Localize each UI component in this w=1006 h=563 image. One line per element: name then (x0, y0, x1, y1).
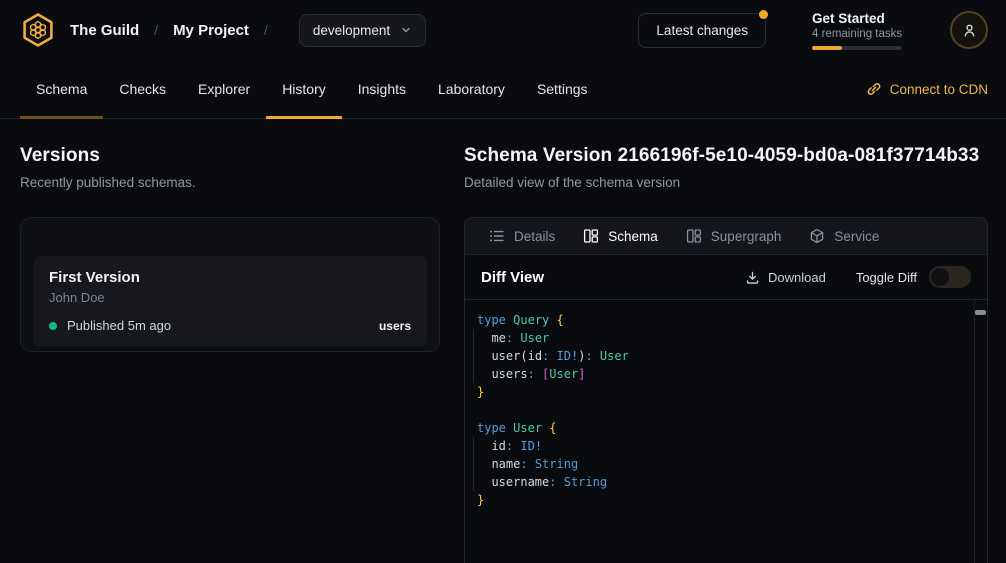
schema-code-viewer[interactable]: type Query { me: User user(id: ID!): Use… (465, 300, 987, 563)
code-scrollbar-track[interactable] (974, 300, 987, 563)
columns-icon (686, 228, 702, 244)
project-breadcrumb-link[interactable]: My Project (173, 22, 249, 39)
code-line: type Query { (465, 311, 973, 329)
nav-tab-checks[interactable]: Checks (103, 60, 182, 118)
org-breadcrumb-link[interactable]: The Guild (70, 22, 139, 39)
diff-view-title: Diff View (481, 269, 544, 286)
code-line: me: User (465, 329, 973, 347)
get-started-progress-bar (812, 46, 902, 50)
code-line (465, 401, 973, 419)
version-service-badge: users (379, 319, 411, 333)
version-status: Published 5m ago (67, 318, 171, 333)
connect-to-cdn-button[interactable]: Connect to CDN (866, 60, 988, 118)
detail-tab-label: Service (834, 229, 879, 244)
code-line: user(id: ID!): User (465, 347, 973, 365)
nav-tab-schema[interactable]: Schema (20, 60, 103, 118)
code-line: } (465, 383, 973, 401)
breadcrumb-separator: / (264, 22, 268, 38)
download-label: Download (768, 270, 826, 285)
get-started-progress-fill (812, 46, 842, 50)
target-selector-dropdown[interactable]: development (299, 14, 426, 47)
detail-tab-service[interactable]: Service (795, 218, 893, 254)
code-line: id: ID! (465, 437, 973, 455)
version-author: John Doe (49, 290, 411, 305)
main-content: Versions Recently published schemas. Fir… (0, 119, 1006, 562)
detail-tab-label: Schema (608, 229, 658, 244)
code-line: } (465, 491, 973, 509)
version-meta-row: Published 5m ago users (49, 318, 411, 333)
code-line: type User { (465, 419, 973, 437)
nav-tab-laboratory[interactable]: Laboratory (422, 60, 521, 118)
diff-toolbar: Diff View Download Toggle Diff (465, 255, 987, 300)
nav-tab-settings[interactable]: Settings (521, 60, 604, 118)
target-selector-value: development (313, 23, 390, 38)
graphql-code: type Query { me: User user(id: ID!): Use… (465, 311, 973, 509)
versions-subtitle: Recently published schemas. (20, 175, 440, 190)
detail-tab-label: Details (514, 229, 555, 244)
versions-title: Versions (20, 145, 440, 167)
version-detail-panel: Details Schema Supergraph Service Diff View… (464, 217, 988, 563)
detail-tab-schema[interactable]: Schema (569, 218, 672, 254)
download-icon (745, 270, 760, 285)
version-name: First Version (49, 269, 411, 286)
detail-tabs: Details Schema Supergraph Service (465, 218, 987, 255)
latest-changes-label: Latest changes (656, 23, 748, 38)
toggle-diff-switch[interactable] (929, 266, 971, 288)
latest-changes-button[interactable]: Latest changes (638, 13, 766, 48)
versions-column: Versions Recently published schemas. Fir… (0, 145, 464, 562)
toggle-diff-control: Toggle Diff (856, 266, 971, 288)
code-line: name: String (465, 455, 973, 473)
notification-dot (759, 10, 768, 19)
published-status-dot (49, 322, 57, 330)
target-nav: SchemaChecksExplorerHistoryInsightsLabor… (0, 60, 1006, 119)
get-started-subtitle: 4 remaining tasks (812, 28, 902, 40)
get-started-title: Get Started (812, 11, 902, 26)
hive-logo-icon[interactable] (18, 10, 58, 50)
breadcrumb-separator: / (154, 22, 158, 38)
app-header: The Guild / My Project / development Lat… (0, 0, 1006, 60)
code-scrollbar-thumb[interactable] (975, 310, 986, 315)
columns-icon (583, 228, 599, 244)
nav-tabs: SchemaChecksExplorerHistoryInsightsLabor… (20, 60, 604, 118)
toggle-diff-label: Toggle Diff (856, 270, 917, 285)
detail-tab-supergraph[interactable]: Supergraph (672, 218, 796, 254)
cube-icon (809, 228, 825, 244)
nav-tab-insights[interactable]: Insights (342, 60, 422, 118)
link-icon (866, 81, 882, 97)
download-button[interactable]: Download (745, 270, 826, 285)
list-icon (489, 228, 505, 244)
chevron-down-icon (400, 24, 412, 36)
version-detail-column: Schema Version 2166196f-5e10-4059-bd0a-0… (464, 145, 988, 562)
nav-tab-history[interactable]: History (266, 60, 342, 118)
version-list-item[interactable]: First Version John Doe Published 5m ago … (33, 256, 427, 347)
code-line: username: String (465, 473, 973, 491)
versions-list: First Version John Doe Published 5m ago … (20, 217, 440, 352)
nav-tab-explorer[interactable]: Explorer (182, 60, 266, 118)
detail-tab-details[interactable]: Details (475, 218, 569, 254)
code-line: users: [User] (465, 365, 973, 383)
person-icon (961, 22, 978, 39)
switch-knob (931, 268, 949, 286)
schema-version-subtitle: Detailed view of the schema version (464, 175, 988, 190)
get-started-widget[interactable]: Get Started 4 remaining tasks (812, 11, 902, 50)
detail-tab-label: Supergraph (711, 229, 782, 244)
connect-to-cdn-label: Connect to CDN (890, 82, 988, 97)
schema-version-title: Schema Version 2166196f-5e10-4059-bd0a-0… (464, 145, 988, 167)
user-avatar[interactable] (950, 11, 988, 49)
